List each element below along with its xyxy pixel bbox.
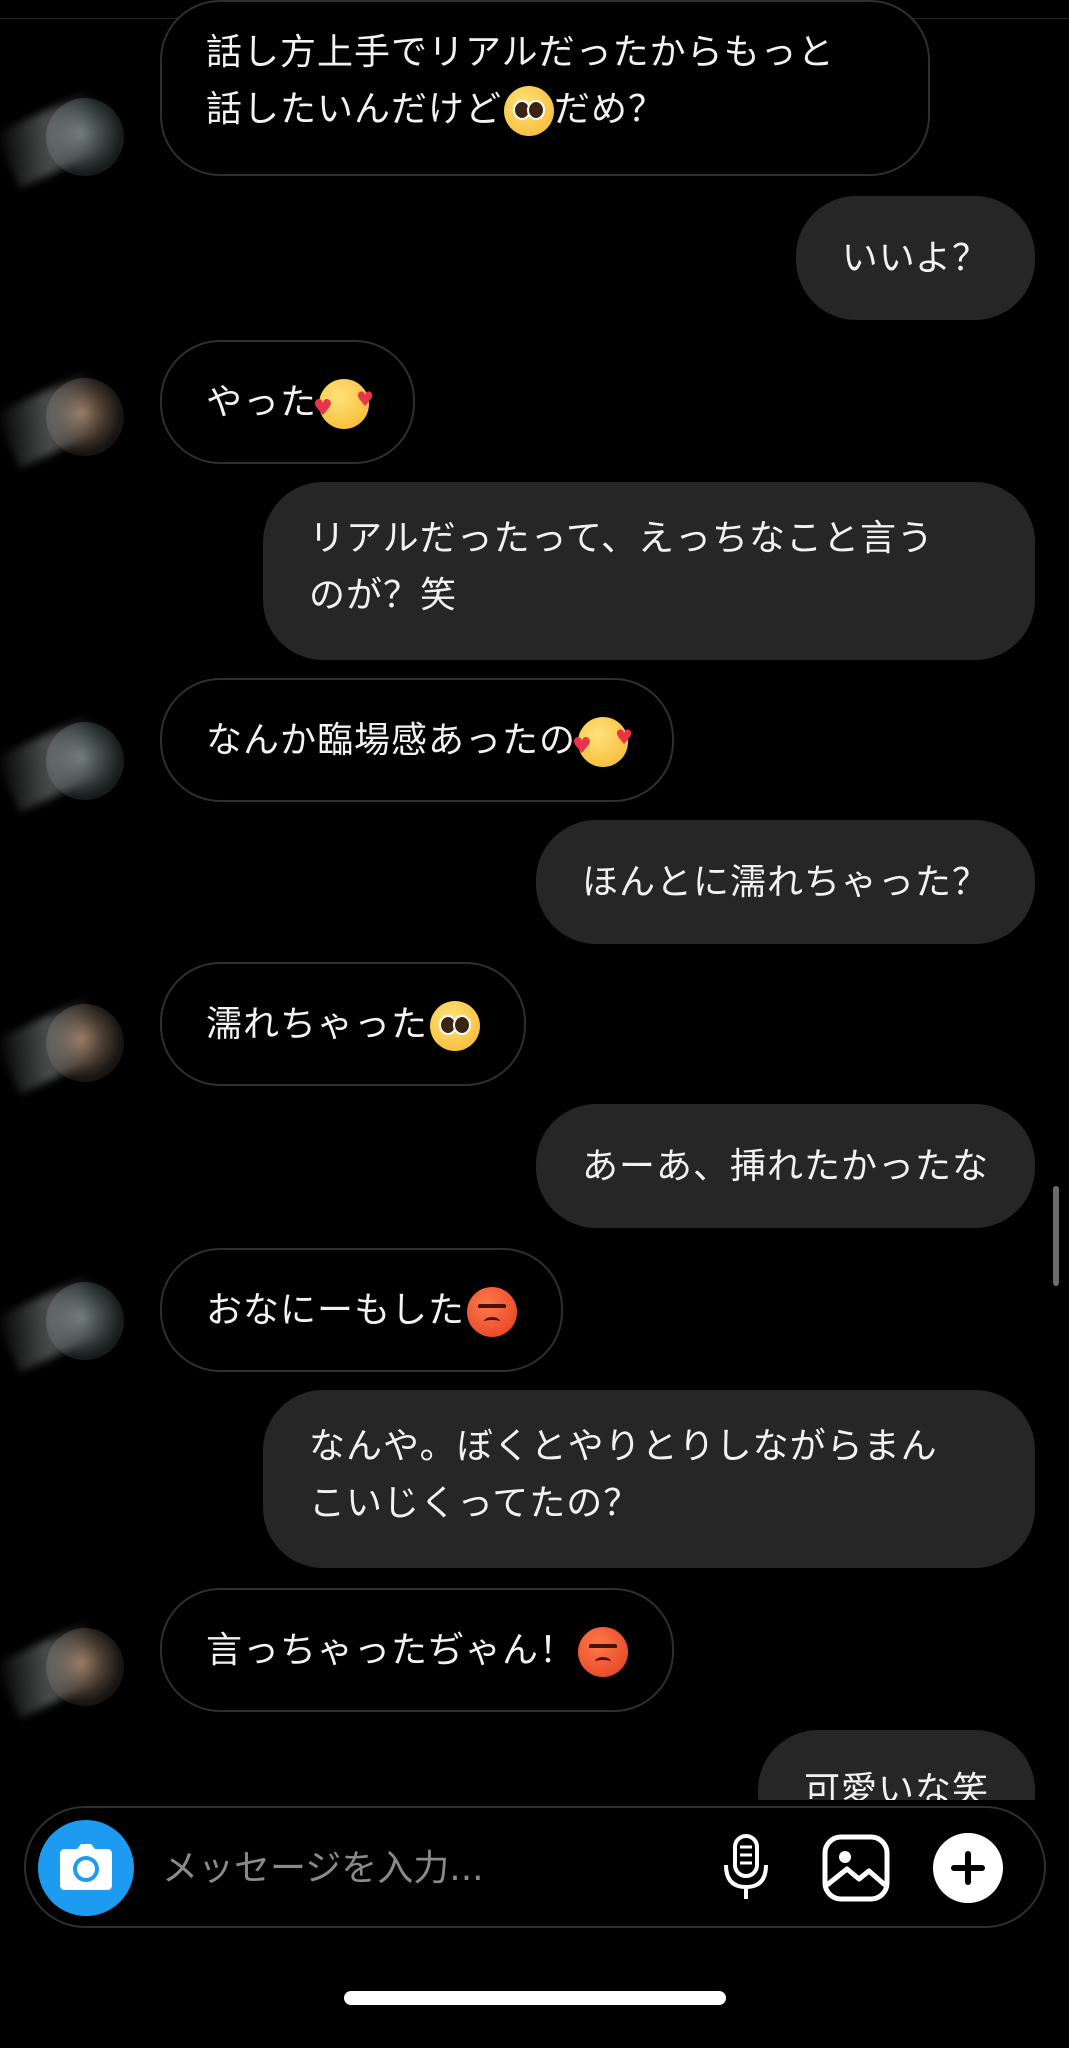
- incoming-message[interactable]: おなにーもした: [160, 1248, 564, 1372]
- incoming-message[interactable]: 濡れちゃった: [160, 962, 527, 1086]
- smiling-face-with-hearts-icon: [572, 709, 634, 775]
- pleading-face-icon: [504, 86, 555, 136]
- outgoing-message[interactable]: あーあ、挿れたかったな: [535, 1104, 1035, 1228]
- contact-avatar[interactable]: [46, 1628, 124, 1706]
- message-text: おなにーもした: [206, 1282, 518, 1339]
- contact-avatar[interactable]: [46, 98, 124, 176]
- microphone-button[interactable]: [708, 1830, 784, 1906]
- home-indicator[interactable]: [344, 1991, 726, 2005]
- scrollbar[interactable]: [1053, 1186, 1059, 1286]
- contact-avatar[interactable]: [46, 722, 124, 800]
- outgoing-message[interactable]: 可愛いな笑: [757, 1730, 1035, 1800]
- outgoing-message[interactable]: ほんとに濡れちゃった？: [535, 820, 1035, 944]
- incoming-message[interactable]: 話し方上手でリアルだったからもっと 話したいんだけど だめ？: [160, 0, 930, 176]
- message-text: 可愛いな笑: [803, 1770, 989, 1800]
- message-text: 言っちゃったぢゃん！: [206, 1622, 629, 1679]
- message-text: あーあ、挿れたかったな: [581, 1145, 989, 1187]
- contact-avatar[interactable]: [46, 1004, 124, 1082]
- message-thread[interactable]: 話し方上手でリアルだったからもっと 話したいんだけどだめ？ いいよ？ やった リ…: [0, 0, 1069, 1800]
- message-text: なんや。ぼくとやりとりしながらまん こいじくってたの？: [309, 1426, 938, 1524]
- message-composer: [24, 1806, 1046, 1928]
- message-text: なんか臨場感あったの: [206, 709, 634, 775]
- plus-icon: [933, 1833, 1003, 1903]
- microphone-icon: [724, 1834, 768, 1899]
- smiling-face-with-hearts-icon: [313, 371, 375, 437]
- gallery-button[interactable]: [818, 1830, 894, 1906]
- camera-button[interactable]: [38, 1820, 134, 1916]
- angry-face-icon: [467, 1286, 518, 1337]
- incoming-message[interactable]: やった: [160, 340, 416, 464]
- message-input[interactable]: [162, 1836, 682, 1900]
- outgoing-message[interactable]: いいよ？: [795, 196, 1035, 320]
- message-text: いいよ？: [841, 237, 989, 279]
- angry-face-icon: [578, 1626, 629, 1677]
- outgoing-message[interactable]: リアルだったって、えっちなこと言う のが？笑: [263, 482, 1035, 660]
- camera-icon: [60, 1844, 112, 1890]
- incoming-message[interactable]: 言っちゃったぢゃん！: [160, 1588, 675, 1712]
- incoming-message[interactable]: なんか臨場感あったの: [160, 678, 675, 802]
- message-text: ほんとに濡れちゃった？: [581, 861, 989, 903]
- gallery-icon: [822, 1834, 890, 1902]
- contact-avatar[interactable]: [46, 1282, 124, 1360]
- message-text: 濡れちゃった: [206, 996, 481, 1053]
- pleading-face-icon: [430, 1000, 481, 1051]
- message-text: 話し方上手でリアルだったからもっと 話したいんだけど だめ？: [206, 24, 835, 138]
- contact-avatar[interactable]: [46, 378, 124, 456]
- message-text: リアルだったって、えっちなこと言う のが？笑: [309, 518, 935, 616]
- add-button[interactable]: [930, 1830, 1006, 1906]
- outgoing-message[interactable]: なんや。ぼくとやりとりしながらまん こいじくってたの？: [263, 1390, 1035, 1568]
- message-text: やった: [206, 371, 375, 437]
